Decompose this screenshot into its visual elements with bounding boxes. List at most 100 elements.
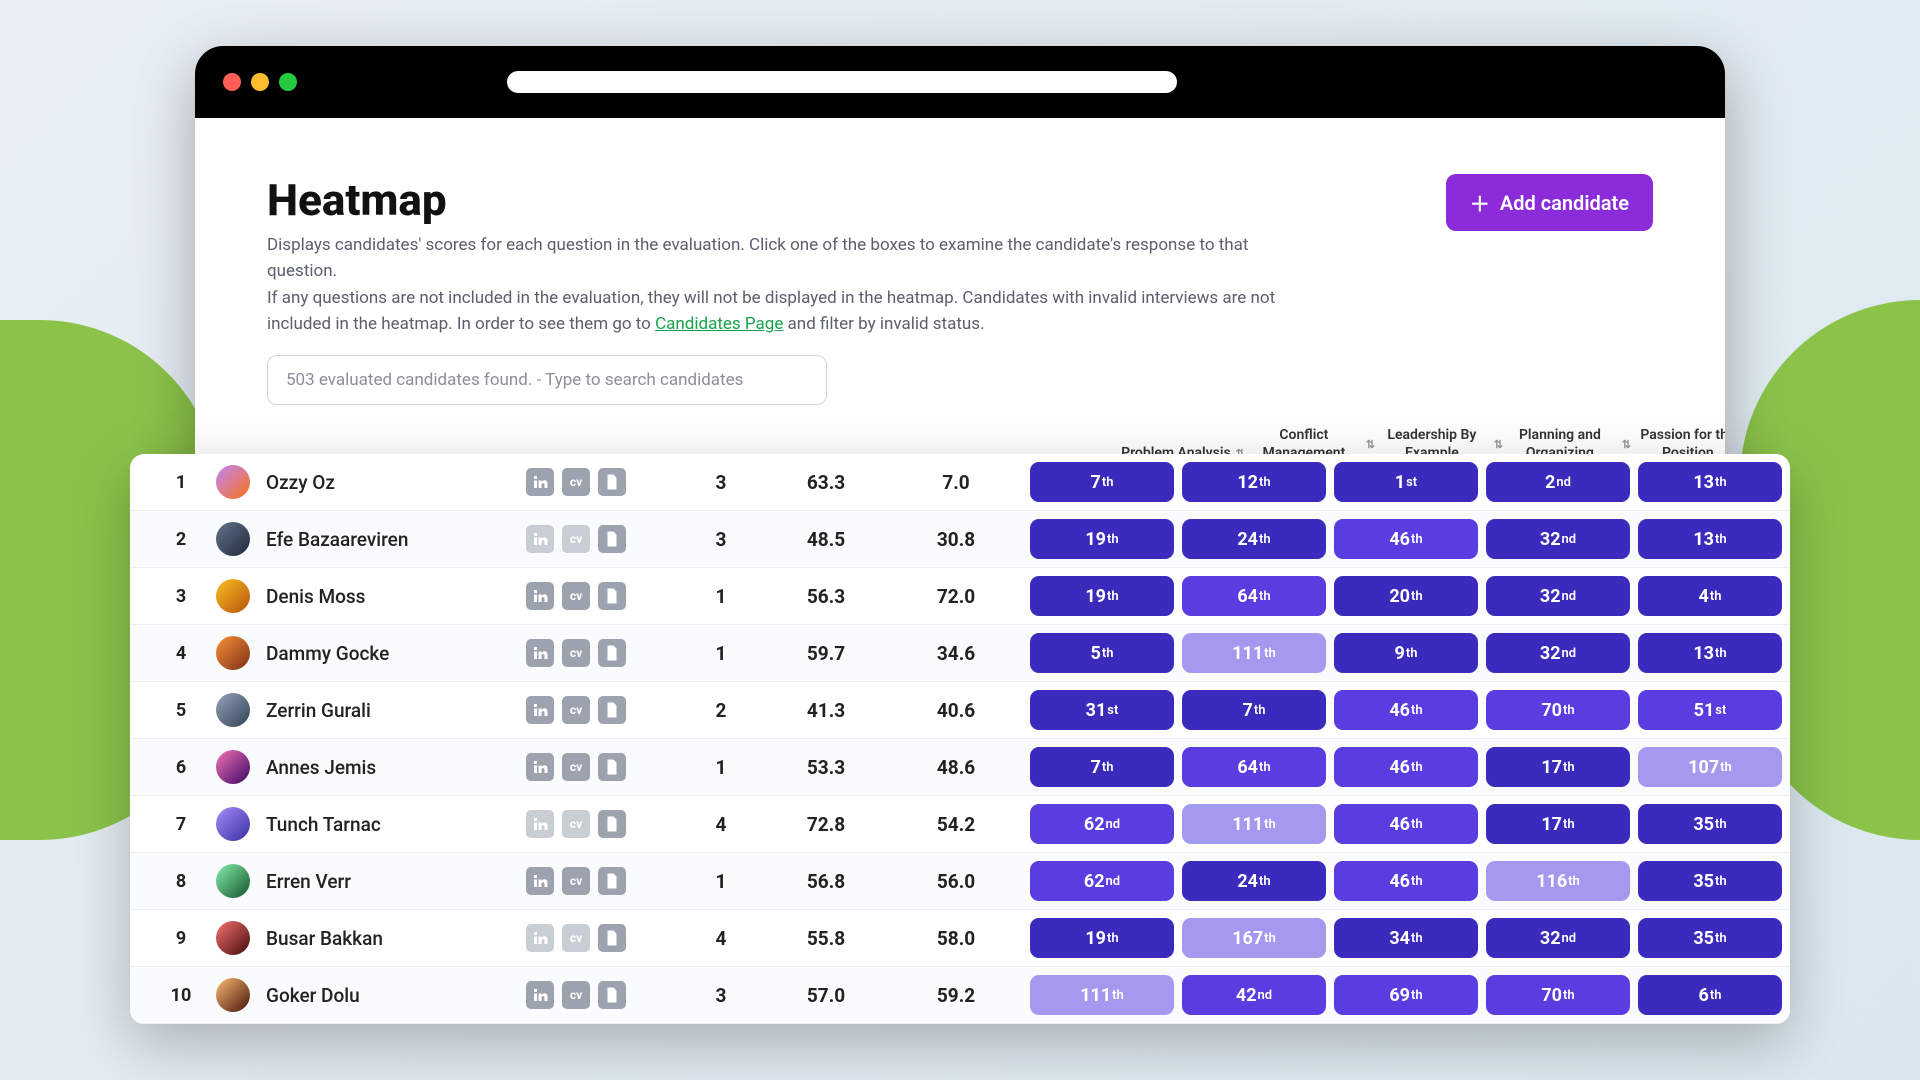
heatmap-cell[interactable]: 35th (1638, 804, 1782, 844)
heatmap-cell[interactable]: 35th (1638, 918, 1782, 958)
linkedin-icon[interactable] (526, 924, 554, 952)
avatar[interactable] (216, 465, 250, 499)
report-icon[interactable] (598, 924, 626, 952)
heatmap-cell[interactable]: 46th (1334, 747, 1478, 787)
linkedin-icon[interactable] (526, 582, 554, 610)
avatar[interactable] (216, 864, 250, 898)
heatmap-cell[interactable]: 19th (1030, 918, 1174, 958)
heatmap-cell[interactable]: 51st (1638, 690, 1782, 730)
heatmap-cell[interactable]: 17th (1486, 747, 1630, 787)
report-icon[interactable] (598, 981, 626, 1009)
heatmap-cell[interactable]: 19th (1030, 576, 1174, 616)
report-icon[interactable] (598, 753, 626, 781)
heatmap-cell[interactable]: 46th (1334, 861, 1478, 901)
heatmap-cell[interactable]: 24th (1182, 861, 1326, 901)
cv-icon[interactable]: cv (562, 924, 590, 952)
candidate-name[interactable]: Busar Bakkan (266, 927, 526, 950)
linkedin-icon[interactable] (526, 753, 554, 781)
heatmap-cell[interactable]: 46th (1334, 804, 1478, 844)
heatmap-cell[interactable]: 111th (1182, 804, 1326, 844)
candidate-name[interactable]: Annes Jemis (266, 756, 526, 779)
heatmap-cell[interactable]: 32nd (1486, 918, 1630, 958)
avatar[interactable] (216, 693, 250, 727)
report-icon[interactable] (598, 525, 626, 553)
candidate-name[interactable]: Dammy Gocke (266, 642, 526, 665)
candidate-name[interactable]: Goker Dolu (266, 984, 526, 1007)
heatmap-cell[interactable]: 42nd (1182, 975, 1326, 1015)
cv-icon[interactable]: cv (562, 582, 590, 610)
avatar[interactable] (216, 579, 250, 613)
add-candidate-button[interactable]: ＋ Add candidate (1446, 174, 1653, 231)
candidate-name[interactable]: Denis Moss (266, 585, 526, 608)
linkedin-icon[interactable] (526, 810, 554, 838)
heatmap-cell[interactable]: 5th (1030, 633, 1174, 673)
cv-icon[interactable]: cv (562, 696, 590, 724)
heatmap-cell[interactable]: 17th (1486, 804, 1630, 844)
linkedin-icon[interactable] (526, 468, 554, 496)
minimize-window-icon[interactable] (251, 73, 269, 91)
cv-icon[interactable]: cv (562, 639, 590, 667)
heatmap-cell[interactable]: 7th (1030, 747, 1174, 787)
heatmap-cell[interactable]: 107th (1638, 747, 1782, 787)
heatmap-cell[interactable]: 64th (1182, 747, 1326, 787)
linkedin-icon[interactable] (526, 867, 554, 895)
linkedin-icon[interactable] (526, 981, 554, 1009)
report-icon[interactable] (598, 639, 626, 667)
heatmap-cell[interactable]: 46th (1334, 519, 1478, 559)
heatmap-cell[interactable]: 32nd (1486, 633, 1630, 673)
avatar[interactable] (216, 636, 250, 670)
cv-icon[interactable]: cv (562, 753, 590, 781)
report-icon[interactable] (598, 810, 626, 838)
heatmap-cell[interactable]: 24th (1182, 519, 1326, 559)
heatmap-cell[interactable]: 46th (1334, 690, 1478, 730)
heatmap-cell[interactable]: 62nd (1030, 804, 1174, 844)
report-icon[interactable] (598, 582, 626, 610)
address-bar[interactable] (507, 71, 1177, 93)
linkedin-icon[interactable] (526, 696, 554, 724)
report-icon[interactable] (598, 468, 626, 496)
avatar[interactable] (216, 807, 250, 841)
report-icon[interactable] (598, 696, 626, 724)
avatar[interactable] (216, 978, 250, 1012)
heatmap-cell[interactable]: 12th (1182, 462, 1326, 502)
heatmap-cell[interactable]: 31st (1030, 690, 1174, 730)
avatar[interactable] (216, 750, 250, 784)
heatmap-cell[interactable]: 167th (1182, 918, 1326, 958)
heatmap-cell[interactable]: 70th (1486, 690, 1630, 730)
heatmap-cell[interactable]: 111th (1182, 633, 1326, 673)
heatmap-cell[interactable]: 35th (1638, 861, 1782, 901)
maximize-window-icon[interactable] (279, 73, 297, 91)
linkedin-icon[interactable] (526, 525, 554, 553)
cv-icon[interactable]: cv (562, 525, 590, 553)
candidate-name[interactable]: Ozzy Oz (266, 471, 526, 494)
heatmap-cell[interactable]: 4th (1638, 576, 1782, 616)
heatmap-cell[interactable]: 20th (1334, 576, 1478, 616)
report-icon[interactable] (598, 867, 626, 895)
heatmap-cell[interactable]: 7th (1030, 462, 1174, 502)
cv-icon[interactable]: cv (562, 468, 590, 496)
cv-icon[interactable]: cv (562, 810, 590, 838)
close-window-icon[interactable] (223, 73, 241, 91)
heatmap-cell[interactable]: 32nd (1486, 576, 1630, 616)
candidates-page-link[interactable]: Candidates Page (655, 314, 783, 334)
heatmap-cell[interactable]: 116th (1486, 861, 1630, 901)
heatmap-cell[interactable]: 69th (1334, 975, 1478, 1015)
heatmap-cell[interactable]: 6th (1638, 975, 1782, 1015)
heatmap-cell[interactable]: 32nd (1486, 519, 1630, 559)
heatmap-cell[interactable]: 9th (1334, 633, 1478, 673)
heatmap-cell[interactable]: 13th (1638, 519, 1782, 559)
heatmap-cell[interactable]: 19th (1030, 519, 1174, 559)
cv-icon[interactable]: cv (562, 981, 590, 1009)
candidate-name[interactable]: Erren Verr (266, 870, 526, 893)
candidate-name[interactable]: Zerrin Gurali (266, 699, 526, 722)
heatmap-cell[interactable]: 62nd (1030, 861, 1174, 901)
search-input[interactable] (267, 355, 827, 405)
cv-icon[interactable]: cv (562, 867, 590, 895)
heatmap-cell[interactable]: 13th (1638, 633, 1782, 673)
avatar[interactable] (216, 921, 250, 955)
avatar[interactable] (216, 522, 250, 556)
heatmap-cell[interactable]: 2nd (1486, 462, 1630, 502)
heatmap-cell[interactable]: 1st (1334, 462, 1478, 502)
candidate-name[interactable]: Efe Bazaareviren (266, 528, 526, 551)
heatmap-cell[interactable]: 13th (1638, 462, 1782, 502)
